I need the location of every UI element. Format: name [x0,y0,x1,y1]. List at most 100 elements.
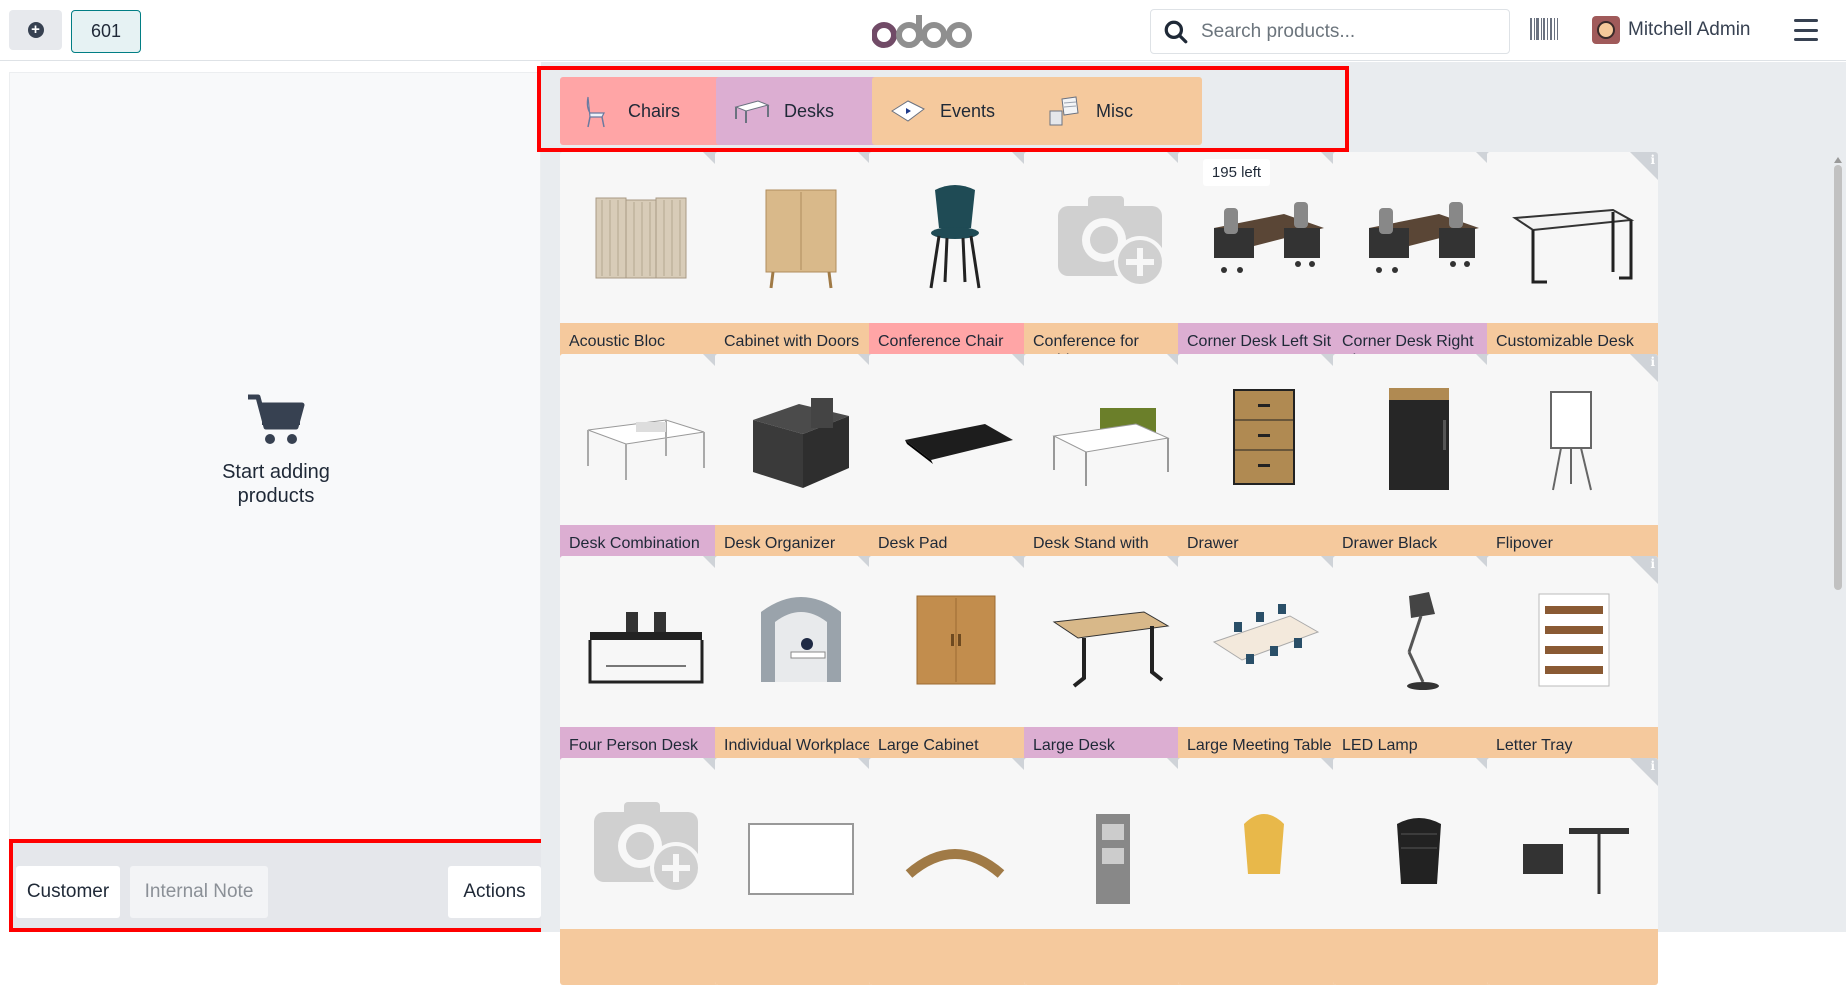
organizer-icon [752,397,849,488]
scroll-up-arrow-icon[interactable] [1834,157,1842,163]
corner-desk-icon [1368,201,1479,273]
user-name: Mitchell Admin [1628,19,1751,40]
desk-icon [734,100,770,123]
avatar [1592,16,1620,44]
product-card[interactable]: Conference Chairi [869,152,1040,379]
four-person-desk-icon [588,611,703,683]
product-grid: Acoustic Bloc ScreensiCabinet with Doors… [560,152,1820,985]
product-card[interactable]: Customizable Desk i [1487,152,1658,379]
chair-icon [586,96,605,128]
product-name [1178,929,1349,985]
search-icon [1164,20,1188,43]
chair-yellow-icon [1243,813,1284,874]
product-card[interactable]: Desk Combinationi [560,354,731,581]
category-label: Events [940,100,996,121]
product-search[interactable] [1150,9,1510,54]
camera-placeholder-icon [593,801,702,894]
product-name [560,929,731,985]
shelf-icon [1095,813,1130,904]
workplace-pod-icon [760,596,841,682]
whiteboard-icon [747,822,854,895]
product-card[interactable]: i [715,758,886,985]
category-label: Misc [1096,100,1133,121]
cart-icon [248,394,305,444]
empty-cart: Start adding products [10,393,542,508]
corner-desk-icon [1213,201,1324,273]
product-card[interactable]: Large Deski [1024,556,1195,783]
product-card[interactable]: Desk Padi [869,354,1040,581]
product-card[interactable]: Flipover i [1487,354,1658,581]
product-card[interactable]: i [1024,758,1195,985]
flipover-icon [1549,390,1592,490]
product-card[interactable]: Draweri [1178,354,1349,581]
category-desks[interactable]: Desks [716,77,890,145]
product-card[interactable]: i [869,758,1040,985]
letter-tray-icon [1538,593,1609,686]
large-desk-icon [1052,610,1170,688]
stock-badge: 195 left [1203,159,1270,186]
barcode-icon[interactable] [1530,18,1558,40]
product-card[interactable]: LED Lampi [1333,556,1504,783]
category-bar: Chairs Desks Events Misc [537,66,1349,152]
product-name [1487,929,1658,985]
info-icon[interactable]: i [1630,758,1658,786]
new-order-button[interactable]: + [9,10,62,50]
customer-button[interactable]: Customer [16,866,120,918]
product-name [715,929,886,985]
product-name [1333,929,1504,985]
category-label: Desks [784,100,835,121]
screens-icon [595,197,686,278]
menu-icon[interactable] [1794,19,1818,41]
desk-stand-icon [1051,407,1170,486]
category-misc[interactable]: Misc [1028,77,1202,145]
product-card[interactable]: Cabinet with Doorsi [715,152,886,379]
order-actions-bar: Customer Internal Note Actions [9,839,550,932]
product-card[interactable]: i [1487,758,1658,985]
monitor-stand-icon [905,848,1004,878]
product-card[interactable]: Letter Tray i [1487,556,1658,783]
info-icon[interactable]: i [1630,556,1658,584]
category-label: Chairs [628,100,681,121]
drawer-icon [1232,388,1295,485]
plus-icon: + [27,22,44,38]
category-events[interactable]: Events [872,77,1046,145]
product-card[interactable]: Desk Stand with Screeni [1024,354,1195,581]
user-menu[interactable]: Mitchell Admin [1592,16,1751,44]
pad-icon [904,423,1013,464]
product-card[interactable]: Corner Desk Right Siti [1333,152,1504,379]
category-chairs[interactable]: Chairs [560,77,734,145]
internal-note-button[interactable]: Internal Note [130,866,268,918]
order-panel: Start adding products [9,72,541,932]
product-name [1024,929,1195,985]
product-card[interactable]: Desk Organizeri [715,354,886,581]
camera-placeholder-icon [1057,195,1166,288]
misc-icon [1049,96,1079,126]
product-card[interactable]: i [560,758,731,985]
large-cabinet-icon [916,595,995,684]
desk-setup-icon [1522,827,1629,894]
chair-icon [929,184,980,288]
odoo-logo [872,8,972,54]
ticket-icon [891,100,925,122]
product-card[interactable]: Four Person Deski [560,556,731,783]
product-scrollbar[interactable] [1833,157,1843,932]
info-icon[interactable]: i [1630,152,1658,180]
search-input[interactable] [1201,20,1501,43]
scrollbar-thumb[interactable] [1834,165,1842,590]
product-card[interactable]: Acoustic Bloc Screensi [560,152,731,379]
product-card[interactable]: Individual Workplacei [715,556,886,783]
product-card[interactable]: Conference for Architectsi [1024,152,1195,379]
actions-button[interactable]: Actions [448,866,541,918]
product-card[interactable]: i [1178,758,1349,985]
office-chair-icon [1396,817,1441,884]
product-card[interactable]: Corner Desk Left Siti [1178,152,1349,379]
product-card[interactable]: Drawer Blacki [1333,354,1504,581]
product-card[interactable]: Large Meeting Tablei [1178,556,1349,783]
product-name [869,929,1040,985]
order-tab[interactable]: 601 [71,10,141,53]
drawer-black-icon [1388,387,1449,490]
product-card[interactable]: i [1333,758,1504,985]
product-card[interactable]: Large Cabineti [869,556,1040,783]
info-icon[interactable]: i [1630,354,1658,382]
empty-cart-text: Start adding products [222,461,330,507]
